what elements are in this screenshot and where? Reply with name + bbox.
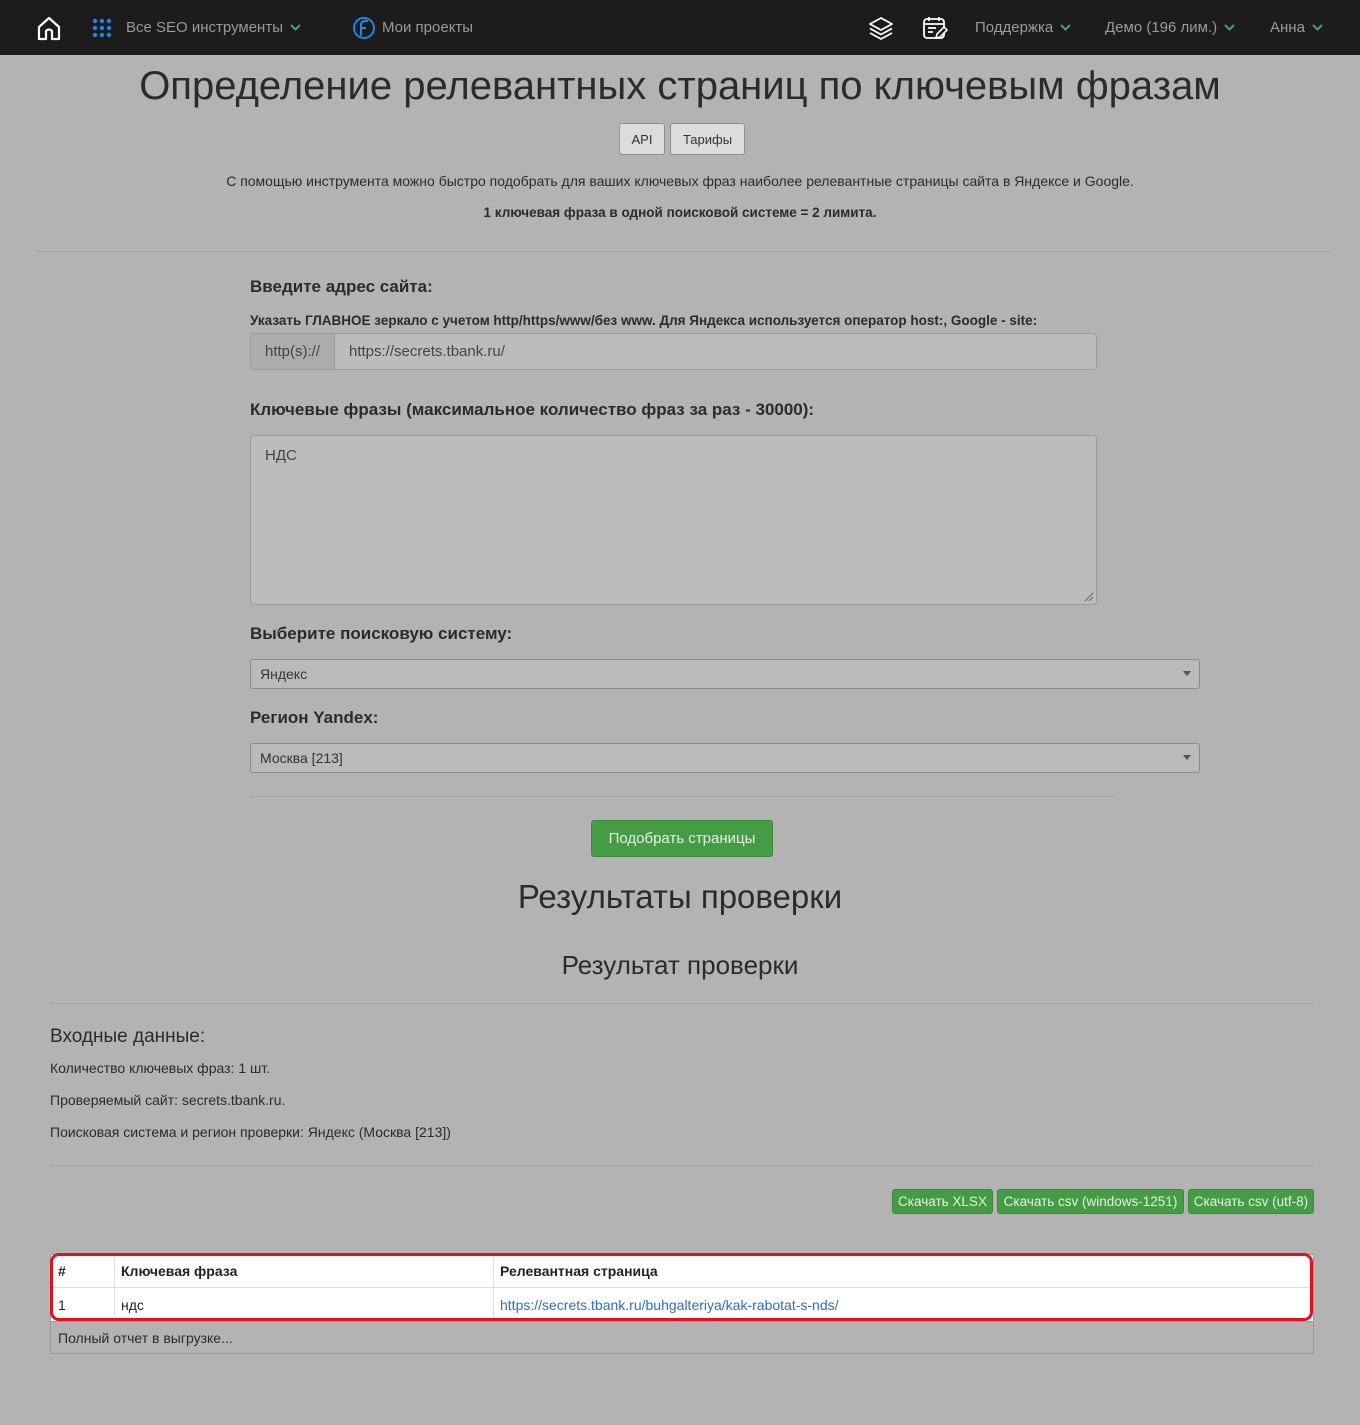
caret-down-icon — [1183, 755, 1191, 760]
engine-select[interactable]: Яндекс — [250, 659, 1200, 689]
highlight-box — [50, 1253, 1313, 1321]
all-tools-menu[interactable]: Все SEO инструменты — [92, 0, 301, 55]
api-button[interactable]: API — [619, 123, 665, 155]
divider — [250, 796, 1115, 797]
chevron-down-icon — [1312, 24, 1323, 31]
protocol-addon: http(s):// — [251, 334, 335, 369]
site-hint: Указать ГЛАВНОЕ зеркало с учетом http/ht… — [250, 313, 1038, 328]
calendar-button[interactable] — [922, 0, 948, 55]
chevron-down-icon — [1224, 24, 1235, 31]
results-title: Результаты проверки — [517, 878, 843, 915]
demo-limits-label: Демо (196 лим.) — [1105, 19, 1218, 36]
region-select[interactable]: Москва [213] — [250, 743, 1200, 773]
user-name: Анна — [1270, 19, 1305, 36]
my-projects-link[interactable]: Мои проекты — [352, 0, 473, 55]
table-footer-note: Полный отчет в выгрузке... — [58, 1329, 233, 1346]
region-selected: Москва [213] — [260, 750, 343, 766]
limit-note: 1 ключевая фраза в одной поисковой систе… — [483, 205, 877, 220]
projects-icon — [353, 16, 375, 39]
demo-limits-menu[interactable]: Демо (196 лим.) — [1105, 0, 1235, 55]
input-data-heading: Входные данные: — [50, 1026, 206, 1047]
keyword-count: Количество ключевых фраз: 1 шт. — [50, 1060, 270, 1076]
user-menu[interactable]: Анна — [1270, 0, 1323, 55]
caret-down-icon — [1183, 671, 1191, 676]
download-csv-utf8-button[interactable]: Скачать csv (utf-8) — [1188, 1189, 1314, 1214]
chevron-down-icon — [1060, 24, 1071, 31]
region-heading: Регион Yandex: — [250, 708, 379, 727]
site-url-field: http(s):// https://secrets.tbank.ru/ — [250, 333, 1097, 370]
tool-description: С помощью инструмента можно быстро подоб… — [226, 173, 1134, 189]
layers-button[interactable] — [868, 0, 894, 55]
support-label: Поддержка — [975, 19, 1054, 36]
calendar-edit-icon — [923, 16, 948, 39]
site-url-input[interactable]: https://secrets.tbank.ru/ — [335, 334, 1096, 369]
home-link[interactable] — [36, 0, 62, 55]
chevron-down-icon — [290, 24, 301, 31]
find-pages-button[interactable]: Подобрать страницы — [591, 820, 773, 857]
tariffs-button[interactable]: Тарифы — [670, 123, 745, 155]
home-icon — [37, 16, 61, 40]
download-csv-1251-button[interactable]: Скачать csv (windows-1251) — [997, 1189, 1184, 1214]
page-title: Определение релевантных страниц по ключе… — [139, 64, 1221, 108]
checked-site: Проверяемый сайт: secrets.tbank.ru. — [50, 1092, 286, 1108]
divider — [35, 251, 1331, 252]
resize-handle-icon[interactable] — [1084, 592, 1094, 602]
support-menu[interactable]: Поддержка — [975, 0, 1071, 55]
engine-region: Поисковая система и регион проверки: Янд… — [50, 1124, 451, 1140]
layers-icon — [869, 16, 893, 40]
top-navbar: Все SEO инструменты Мои проекты Поддержк… — [0, 0, 1360, 55]
engine-selected: Яндекс — [260, 666, 308, 682]
grid-dots-icon — [92, 18, 112, 37]
divider — [50, 1165, 1314, 1166]
keywords-heading: Ключевые фразы (максимальное количество … — [250, 400, 815, 419]
keywords-textarea[interactable]: НДС — [250, 435, 1097, 605]
site-heading: Введите адрес сайта: — [250, 277, 433, 296]
divider — [50, 1003, 1314, 1004]
download-xlsx-button[interactable]: Скачать XLSX — [892, 1189, 993, 1214]
all-tools-label: Все SEO инструменты — [126, 19, 283, 36]
result-subtitle: Результат проверки — [561, 950, 799, 980]
my-projects-label: Мои проекты — [382, 19, 474, 36]
keywords-value: НДС — [265, 447, 297, 464]
engine-heading: Выберите поисковую систему: — [250, 624, 513, 643]
